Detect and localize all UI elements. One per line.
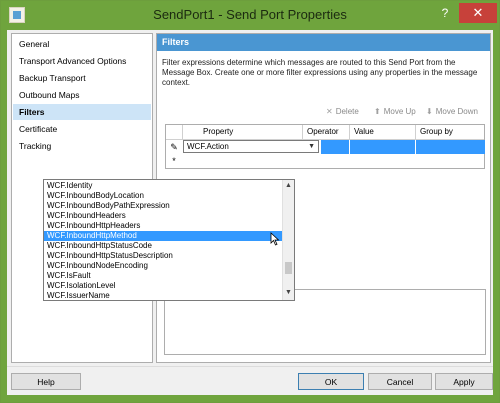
nav-item-certificate[interactable]: Certificate	[13, 121, 151, 137]
nav-item-outbound-maps[interactable]: Outbound Maps	[13, 87, 151, 103]
cell-value[interactable]	[349, 140, 416, 154]
new-row[interactable]: *	[166, 154, 484, 167]
move-down-button[interactable]: ⬇ Move Down	[426, 106, 478, 118]
panel-description: Filter expressions determine which messa…	[162, 58, 478, 87]
dropdown-option[interactable]: WCF.InboundBodyPathExpression	[44, 201, 282, 211]
title-bar[interactable]: SendPort1 - Send Port Properties ? ✕	[1, 1, 499, 29]
property-combobox[interactable]: WCF.Action ▼	[183, 140, 319, 153]
delete-icon: ✕	[326, 107, 333, 116]
apply-button[interactable]: Apply	[435, 373, 493, 390]
window-title: SendPort1 - Send Port Properties	[153, 7, 347, 22]
dropdown-option[interactable]: WCF.InboundHeaders	[44, 211, 282, 221]
nav-item-general[interactable]: General	[13, 36, 151, 52]
nav-item-filters[interactable]: Filters	[13, 104, 151, 120]
grid-header: Property Operator Value Group by	[166, 125, 484, 140]
scroll-up-icon[interactable]: ▲	[283, 181, 294, 191]
new-row-asterisk-icon: *	[172, 156, 176, 166]
column-header-property[interactable]: Property	[182, 125, 302, 139]
close-button[interactable]: ✕	[459, 3, 497, 23]
nav-item-transport-advanced-options[interactable]: Transport Advanced Options	[13, 53, 151, 69]
dropdown-option[interactable]: WCF.Identity	[44, 181, 282, 191]
cancel-button[interactable]: Cancel	[368, 373, 432, 390]
dropdown-scrollbar[interactable]: ▲ ▼	[282, 180, 294, 300]
dialog-window: SendPort1 - Send Port Properties ? ✕ Gen…	[0, 0, 500, 403]
nav-item-tracking[interactable]: Tracking	[13, 138, 151, 154]
cell-group-by[interactable]	[415, 140, 485, 154]
property-dropdown-list[interactable]: WCF.Identity WCF.InboundBodyLocation WCF…	[43, 179, 295, 301]
dropdown-option[interactable]: WCF.IssuerName	[44, 291, 282, 300]
dropdown-option[interactable]: WCF.InboundNodeEncoding	[44, 261, 282, 271]
dropdown-option-selected[interactable]: WCF.InboundHttpMethod	[44, 231, 282, 241]
arrow-up-icon: ⬆	[374, 107, 381, 116]
column-header-group-by[interactable]: Group by	[415, 125, 484, 139]
move-up-label: Move Up	[383, 107, 416, 116]
scrollbar-thumb[interactable]	[285, 262, 292, 274]
table-row[interactable]: ✎ WCF.Action ▼	[166, 140, 485, 154]
dialog-client-area: General Transport Advanced Options Backu…	[7, 30, 493, 395]
move-up-button[interactable]: ⬆ Move Up	[374, 106, 416, 118]
ok-button[interactable]: OK	[298, 373, 364, 390]
dropdown-option[interactable]: WCF.InboundHttpStatusDescription	[44, 251, 282, 261]
help-button[interactable]: Help	[11, 373, 81, 390]
mouse-cursor-icon	[270, 232, 280, 246]
help-title-button[interactable]: ?	[432, 3, 458, 23]
move-down-label: Move Down	[435, 107, 478, 116]
dropdown-option[interactable]: WCF.InboundBodyLocation	[44, 191, 282, 201]
filter-grid: Property Operator Value Group by ✎ WCF.A…	[165, 124, 485, 169]
arrow-down-icon: ⬇	[426, 107, 433, 116]
dropdown-option[interactable]: WCF.InboundHttpStatusCode	[44, 241, 282, 251]
dropdown-option[interactable]: WCF.IsFault	[44, 271, 282, 281]
dropdown-option[interactable]: WCF.InboundHttpHeaders	[44, 221, 282, 231]
scroll-down-icon[interactable]: ▼	[283, 288, 294, 298]
panel-header: Filters	[157, 34, 490, 51]
button-bar: Help OK Cancel Apply	[7, 366, 493, 396]
column-header-value[interactable]: Value	[349, 125, 415, 139]
nav-item-backup-transport[interactable]: Backup Transport	[13, 70, 151, 86]
property-combobox-value: WCF.Action	[187, 142, 229, 151]
delete-button[interactable]: ✕ Delete	[326, 106, 359, 118]
delete-label: Delete	[335, 107, 359, 116]
row-header-cell	[166, 125, 182, 139]
column-header-operator[interactable]: Operator	[302, 125, 349, 139]
dropdown-option[interactable]: WCF.IsolationLevel	[44, 281, 282, 291]
cell-operator[interactable]	[320, 140, 349, 154]
chevron-down-icon[interactable]: ▼	[308, 141, 315, 152]
pencil-icon: ✎	[170, 142, 178, 152]
